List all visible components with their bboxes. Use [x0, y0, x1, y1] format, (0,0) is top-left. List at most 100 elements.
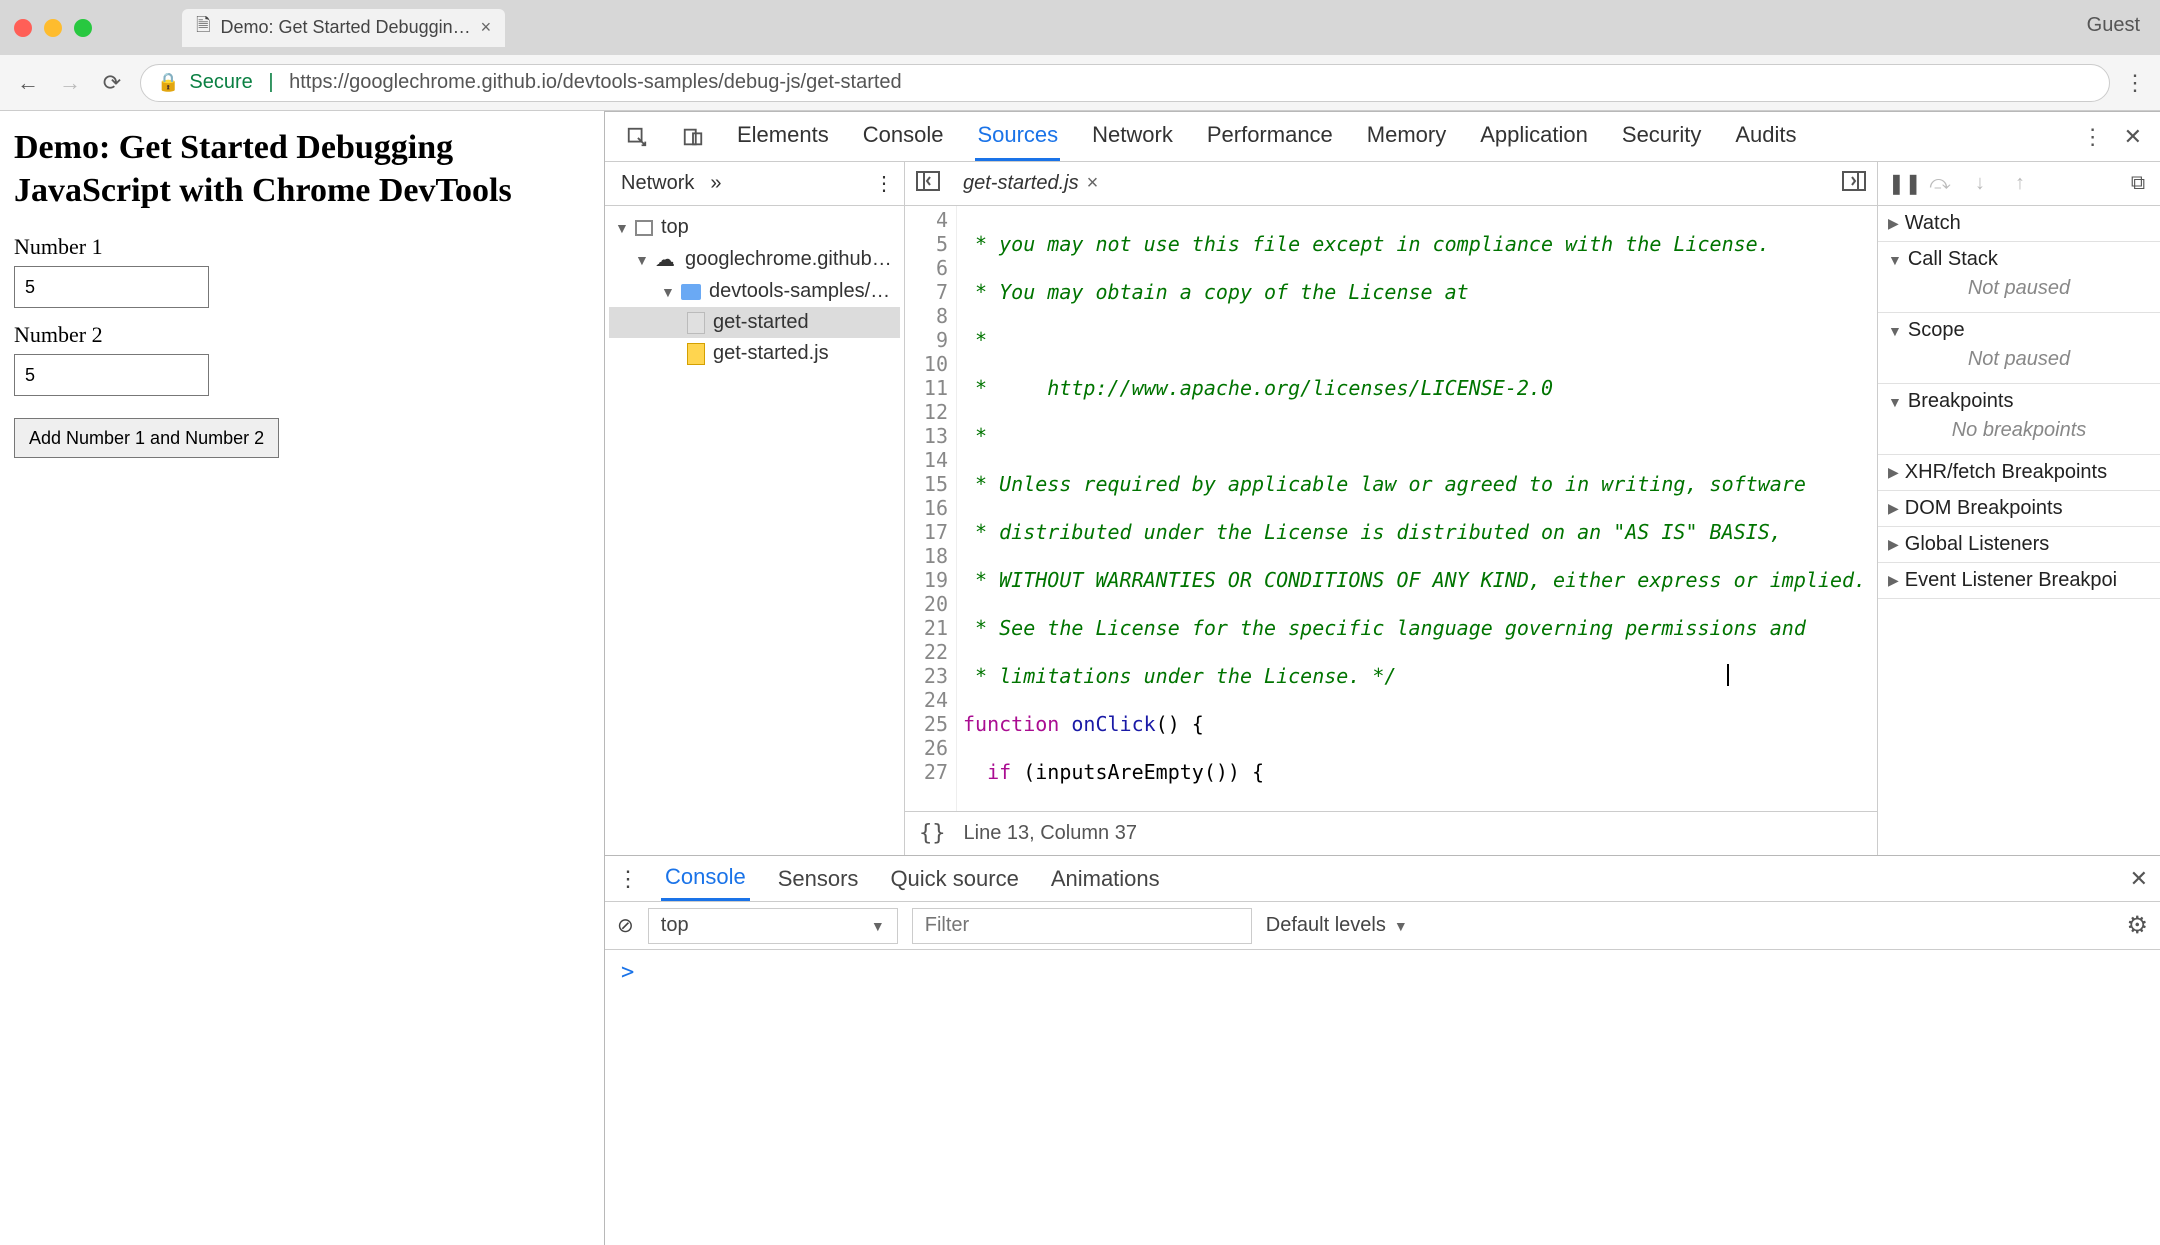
forward-button[interactable]: → [56, 70, 84, 96]
section-callstack[interactable]: ▼Call Stack [1888, 248, 2150, 271]
section-watch[interactable]: ▶Watch [1888, 212, 2150, 235]
minimize-window-button[interactable] [44, 19, 62, 37]
tab-title: Demo: Get Started Debuggin… [220, 17, 470, 38]
sources-navigator: Network » ⋮ ▼ top ▼☁︎ googlechrome.githu… [605, 162, 905, 855]
reload-button[interactable]: ⟳ [98, 70, 126, 96]
pause-icon[interactable]: ❚❚ [1888, 171, 1912, 196]
navigator-more-icon[interactable]: » [710, 172, 721, 195]
tab-sources[interactable]: Sources [975, 112, 1060, 161]
tab-network[interactable]: Network [1090, 112, 1175, 161]
tree-domain[interactable]: ▼☁︎ googlechrome.github… [609, 243, 900, 276]
log-levels-label: Default levels [1266, 914, 1386, 937]
step-into-icon[interactable]: ↓ [1968, 172, 1992, 195]
drawer-tab-animations[interactable]: Animations [1047, 858, 1164, 900]
back-button[interactable]: ← [14, 70, 42, 96]
add-button[interactable]: Add Number 1 and Number 2 [14, 418, 279, 458]
drawer-tab-console[interactable]: Console [661, 856, 750, 901]
tab-console[interactable]: Console [861, 112, 946, 161]
devtools-tab-strip: Elements Console Sources Network Perform… [735, 112, 1799, 161]
section-breakpoints[interactable]: ▼Breakpoints [1888, 390, 2150, 413]
browser-titlebar: 🗎 Demo: Get Started Debuggin… × Guest [0, 0, 2160, 55]
devtools-close-icon[interactable]: ✕ [2124, 124, 2142, 150]
label-number2: Number 2 [14, 322, 590, 348]
cursor-position: Line 13, Column 37 [964, 822, 1137, 845]
folder-icon [681, 284, 701, 300]
step-over-icon[interactable]: ⤼ [1928, 172, 1952, 195]
tree-top-label: top [661, 216, 689, 239]
input-number1[interactable] [14, 266, 209, 308]
devtools-toolbar: Elements Console Sources Network Perform… [605, 112, 2160, 162]
maximize-window-button[interactable] [74, 19, 92, 37]
page-content: Demo: Get Started Debugging JavaScript w… [0, 111, 605, 1245]
url-text: https://googlechrome.github.io/devtools-… [289, 71, 902, 94]
frame-icon [635, 220, 653, 236]
page-heading: Demo: Get Started Debugging JavaScript w… [14, 127, 590, 212]
device-toolbar-icon[interactable] [679, 125, 707, 149]
editor-tab[interactable]: get-started.js × [953, 168, 1108, 199]
tab-audits[interactable]: Audits [1733, 112, 1798, 161]
console-prompt[interactable]: > [605, 950, 2160, 995]
tab-elements[interactable]: Elements [735, 112, 831, 161]
toggle-debugger-icon[interactable] [1839, 171, 1869, 196]
context-selector[interactable]: top ▼ [648, 908, 898, 944]
deactivate-breakpoints-icon[interactable]: ⧉ [2126, 172, 2150, 195]
devtools-panel: Elements Console Sources Network Perform… [605, 111, 2160, 1245]
tab-memory[interactable]: Memory [1365, 112, 1448, 161]
tab-performance[interactable]: Performance [1205, 112, 1335, 161]
page-icon: 🗎 [196, 13, 210, 43]
close-window-button[interactable] [14, 19, 32, 37]
clear-console-icon[interactable]: ⊘ [617, 913, 634, 938]
tree-file-html[interactable]: get-started [609, 307, 900, 338]
breakpoints-status: No breakpoints [1888, 413, 2150, 448]
editor-tab-label: get-started.js [963, 172, 1079, 195]
navigator-menu-icon[interactable]: ⋮ [874, 171, 894, 196]
toolbar: ← → ⟳ 🔒 Secure | https://googlechrome.gi… [0, 55, 2160, 111]
drawer-tab-quicksource[interactable]: Quick source [886, 858, 1022, 900]
tree-file-js[interactable]: get-started.js [609, 338, 900, 369]
tree-file-js-label: get-started.js [713, 342, 829, 365]
scope-status: Not paused [1888, 342, 2150, 377]
cloud-icon: ☁︎ [655, 247, 677, 272]
browser-menu-icon[interactable]: ⋮ [2124, 70, 2146, 96]
section-event[interactable]: ▶Event Listener Breakpoi [1888, 569, 2150, 592]
debugger-sidebar: ❚❚ ⤼ ↓ ↑ ⧉ ▶Watch ▼Call Stack Not paused… [1878, 162, 2160, 855]
pretty-print-icon[interactable]: {} [919, 821, 946, 846]
toggle-navigator-icon[interactable] [913, 171, 943, 196]
tab-application[interactable]: Application [1478, 112, 1590, 161]
console-filter-input[interactable] [912, 908, 1252, 944]
input-number2[interactable] [14, 354, 209, 396]
navigator-pane-label[interactable]: Network [615, 168, 700, 199]
lock-icon: 🔒 [157, 72, 179, 93]
address-bar[interactable]: 🔒 Secure | https://googlechrome.github.i… [140, 64, 2110, 102]
file-icon [687, 312, 705, 334]
log-levels-selector[interactable]: Default levels ▼ [1266, 914, 1408, 937]
close-file-icon[interactable]: × [1087, 172, 1099, 195]
code-view[interactable]: 4567891011121314151617181920212223242526… [905, 206, 1877, 811]
profile-badge[interactable]: Guest [2087, 14, 2140, 37]
browser-tab[interactable]: 🗎 Demo: Get Started Debuggin… × [182, 9, 505, 47]
prompt-chevron: > [621, 960, 634, 985]
line-gutter[interactable]: 4567891011121314151617181920212223242526… [905, 206, 957, 811]
section-scope[interactable]: ▼Scope [1888, 319, 2150, 342]
callstack-status: Not paused [1888, 271, 2150, 306]
section-global[interactable]: ▶Global Listeners [1888, 533, 2150, 556]
window-controls [14, 19, 92, 37]
devtools-menu-icon[interactable]: ⋮ [2082, 124, 2104, 150]
drawer-menu-icon[interactable]: ⋮ [617, 866, 637, 892]
js-file-icon [687, 343, 705, 365]
code-text[interactable]: * you may not use this file except in co… [957, 206, 1877, 811]
inspect-element-icon[interactable] [623, 125, 651, 149]
section-xhr[interactable]: ▶XHR/fetch Breakpoints [1888, 461, 2150, 484]
step-out-icon[interactable]: ↑ [2008, 172, 2032, 195]
console-settings-icon[interactable]: ⚙ [2126, 911, 2148, 940]
secure-label: Secure [189, 71, 252, 94]
close-drawer-icon[interactable]: ✕ [2130, 866, 2148, 892]
console-output [605, 995, 2160, 1245]
tree-top[interactable]: ▼ top [609, 212, 900, 243]
tab-security[interactable]: Security [1620, 112, 1703, 161]
section-dom[interactable]: ▶DOM Breakpoints [1888, 497, 2150, 520]
tree-domain-label: googlechrome.github… [685, 248, 892, 271]
close-tab-icon[interactable]: × [481, 17, 492, 38]
drawer-tab-sensors[interactable]: Sensors [774, 858, 863, 900]
tree-folder[interactable]: ▼ devtools-samples/… [609, 276, 900, 307]
